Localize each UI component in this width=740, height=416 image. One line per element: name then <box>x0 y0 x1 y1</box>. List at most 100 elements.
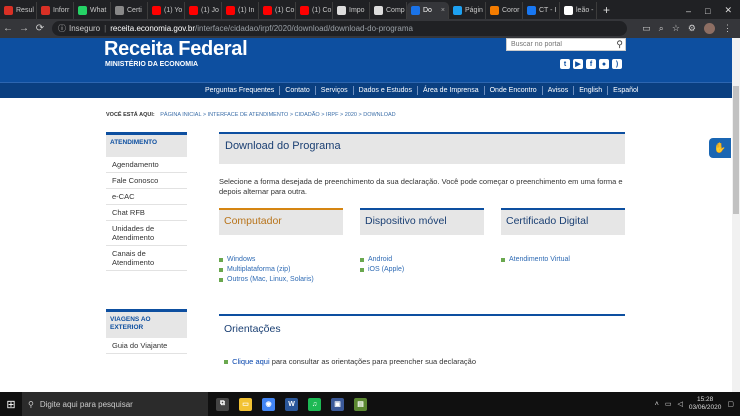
browser-tab[interactable]: (1) In <box>222 2 259 19</box>
download-link[interactable]: Outros (Mac, Linux, Solaris) <box>219 275 343 285</box>
minimize-button[interactable]: – <box>686 6 691 16</box>
nav-item[interactable]: Perguntas Frequentes <box>200 86 281 95</box>
browser-tab[interactable]: Do × <box>407 2 449 19</box>
nav-item[interactable]: Onde Encontro <box>485 86 543 95</box>
browser-tab[interactable]: What <box>74 2 111 19</box>
new-tab-button[interactable]: + <box>603 2 610 19</box>
info-icon[interactable]: ⓘ <box>58 23 66 34</box>
notifications-icon[interactable]: ▢ <box>727 400 734 408</box>
back-button[interactable]: ← <box>0 23 16 34</box>
window-controls: – □ ✕ <box>686 2 740 19</box>
bookmark-star-icon[interactable]: ☆ <box>672 23 680 34</box>
url-bar[interactable]: ⓘ Inseguro | receita.economia.gov.br /in… <box>52 21 627 36</box>
youtube-icon[interactable]: ▶ <box>573 59 583 69</box>
browser-tab[interactable]: (1) Co <box>296 2 333 19</box>
browser-tab[interactable]: Certi <box>111 2 148 19</box>
explorer-icon[interactable]: ▭ <box>239 397 252 411</box>
wx-icon <box>337 6 346 15</box>
nav-item[interactable]: Serviços <box>316 86 354 95</box>
cast-icon[interactable]: ▭ <box>642 23 651 34</box>
scrollbar[interactable] <box>732 38 740 392</box>
chrome-icon[interactable]: ◉ <box>262 397 275 411</box>
word-icon[interactable]: W <box>285 397 298 411</box>
download-link-label: Android <box>368 256 393 263</box>
close-icon[interactable]: × <box>441 7 445 14</box>
column-dispositivo-movel: Dispositivo móvel Android iOS (Apple) <box>360 208 484 275</box>
nav-item[interactable]: Avisos <box>543 86 575 95</box>
minecraft-icon[interactable]: ▤ <box>354 397 367 411</box>
scrollbar-thumb[interactable] <box>733 86 739 214</box>
gmail-icon <box>41 6 50 15</box>
maximize-button[interactable]: □ <box>705 6 710 16</box>
spotify-icon[interactable]: ♫ <box>308 397 321 411</box>
download-link[interactable]: iOS (Apple) <box>360 265 484 275</box>
app-icon[interactable]: ▣ <box>331 397 344 411</box>
bullet-icon <box>219 278 223 282</box>
nav-item[interactable]: Dados e Estudos <box>354 86 418 95</box>
reload-button[interactable]: ⟳ <box>32 23 48 34</box>
url-separator: | <box>104 24 107 33</box>
facebook-icon[interactable]: f <box>586 59 596 69</box>
search-icon[interactable]: ⚲ <box>616 39 623 50</box>
sidebar-item[interactable]: Canais de Atendimento <box>106 246 187 271</box>
windows-start-icon[interactable]: ⊞ <box>0 398 22 411</box>
chevron-up-icon[interactable]: ˄ <box>655 401 659 408</box>
sidebar-item[interactable]: Unidades de Atendimento <box>106 221 187 246</box>
flickr-icon[interactable]: ● <box>599 59 609 69</box>
sidebar-atendimento: ATENDIMENTO Agendamento Fale Conosco e-CAC… <box>106 132 187 271</box>
task-view-icon[interactable]: ⧉ <box>216 397 229 411</box>
sidebar-item[interactable]: Agendamento <box>106 157 187 173</box>
download-link[interactable]: Atendimento Virtual <box>501 255 625 265</box>
download-link[interactable]: Windows <box>219 255 343 265</box>
browser-tab[interactable]: Resul <box>0 2 37 19</box>
bullet-icon <box>360 268 364 272</box>
nav-item[interactable]: English <box>574 86 609 95</box>
search-input[interactable] <box>511 41 611 48</box>
sidebar-item[interactable]: Guia do Viajante <box>106 338 187 354</box>
site-header: Receita Federal MINISTÉRIO DA ECONOMIA ⚲… <box>0 38 740 82</box>
close-window-button[interactable]: ✕ <box>724 5 732 16</box>
profile-avatar[interactable] <box>704 23 715 34</box>
extension-icon[interactable]: ⚙ <box>688 23 696 34</box>
twitter-icon[interactable]: t <box>560 59 570 69</box>
clock[interactable]: 15:28 03/06/2020 <box>689 396 722 412</box>
search-page-icon[interactable]: ⌕ <box>659 23 664 34</box>
browser-tab[interactable]: (1) Jo <box>185 2 222 19</box>
download-link[interactable]: Android <box>360 255 484 265</box>
nav-item[interactable]: Contato <box>280 86 316 95</box>
nav-item[interactable]: Área de Imprensa <box>418 86 485 95</box>
browser-tab[interactable]: (1) Co <box>259 2 296 19</box>
site-logo[interactable]: Receita Federal <box>104 38 248 61</box>
youtube-icon <box>226 6 235 15</box>
sidebar-item[interactable]: Chat RFB <box>106 205 187 221</box>
security-label: Inseguro <box>69 24 101 33</box>
browser-tab[interactable]: (1) Yo <box>148 2 185 19</box>
browser-tab[interactable]: Coror <box>486 2 523 19</box>
nav-item[interactable]: Español <box>608 86 643 95</box>
sidebar-item[interactable]: e-CAC <box>106 189 187 205</box>
sidebar-item[interactable]: Fale Conosco <box>106 173 187 189</box>
document-icon <box>115 6 124 15</box>
network-icon[interactable]: ▭ <box>665 400 672 408</box>
rss-icon[interactable]: ) <box>612 59 622 69</box>
download-link-label: Multiplataforma (zip) <box>227 266 291 273</box>
browser-tab[interactable]: Comp <box>370 2 407 19</box>
breadcrumb-path[interactable]: PÁGINA INICIAL > INTERFACE DE ATENDIMENT… <box>160 112 395 118</box>
browser-tab[interactable]: leão - <box>560 2 597 19</box>
taskbar-search[interactable]: ⚲ Digite aqui para pesquisar <box>22 392 208 416</box>
browser-tab[interactable]: Págin <box>449 2 486 19</box>
volume-icon[interactable]: ◁ <box>677 400 682 408</box>
orientations-link[interactable]: Clique aqui <box>232 357 270 366</box>
download-link[interactable]: Multiplataforma (zip) <box>219 265 343 275</box>
youtube-icon <box>263 6 272 15</box>
forward-button[interactable]: → <box>16 23 32 34</box>
youtube-icon <box>152 6 161 15</box>
menu-icon[interactable]: ⋮ <box>723 23 732 34</box>
browser-tab[interactable]: Impo <box>333 2 370 19</box>
tab-title: What <box>90 7 107 14</box>
download-link-label: iOS (Apple) <box>368 266 405 273</box>
browser-tab[interactable]: CT - I <box>523 2 560 19</box>
accessibility-hand-icon[interactable]: ✋ <box>709 138 731 158</box>
social-links: t ▶ f ● ) <box>560 59 622 69</box>
browser-tab[interactable]: Inforr <box>37 2 74 19</box>
